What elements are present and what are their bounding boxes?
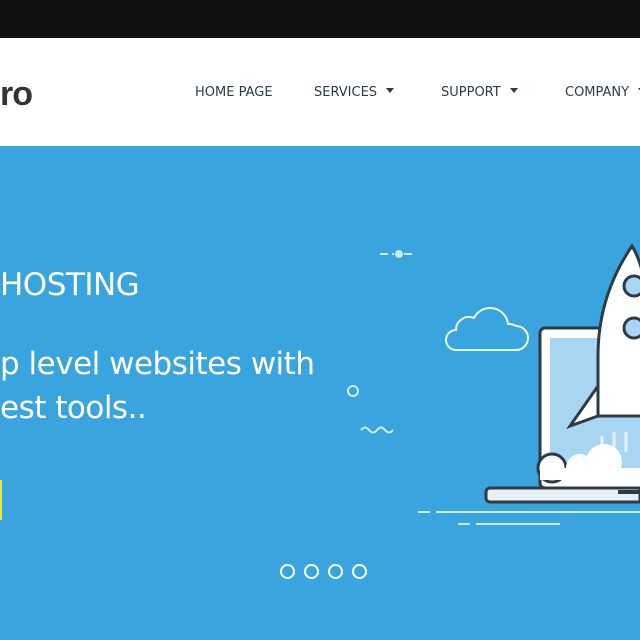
- nav-support[interactable]: SUPPORT: [441, 84, 518, 102]
- circle-decoration: [347, 385, 359, 397]
- nav-services-label: SERVICES: [314, 85, 378, 100]
- top-bar: [0, 0, 640, 38]
- nav-home-page[interactable]: HOME PAGE: [195, 84, 273, 102]
- nav-company-label: COMPANY: [565, 85, 630, 100]
- chevron-down-icon: [509, 88, 518, 93]
- slider-dot-3[interactable]: [328, 564, 343, 579]
- slider-pagination: [280, 564, 367, 579]
- slider-dot-2[interactable]: [304, 564, 319, 579]
- cloud-icon: [445, 307, 529, 351]
- nav-support-label: SUPPORT: [441, 85, 501, 100]
- hero-slider: HOSTING p level websites with est tools.…: [0, 146, 640, 640]
- slider-dot-1[interactable]: [280, 564, 295, 579]
- site-logo[interactable]: ro: [0, 74, 33, 114]
- chevron-down-icon: [386, 88, 395, 93]
- wave-decoration: [360, 426, 394, 434]
- nav-home-page-label: HOME PAGE: [195, 85, 273, 100]
- nav-services[interactable]: SERVICES: [314, 84, 395, 102]
- dashed-line-decoration: [380, 250, 412, 258]
- slider-dot-4[interactable]: [352, 564, 367, 579]
- nav-company[interactable]: COMPANY: [565, 84, 640, 102]
- ground-lines-decoration: [418, 511, 640, 525]
